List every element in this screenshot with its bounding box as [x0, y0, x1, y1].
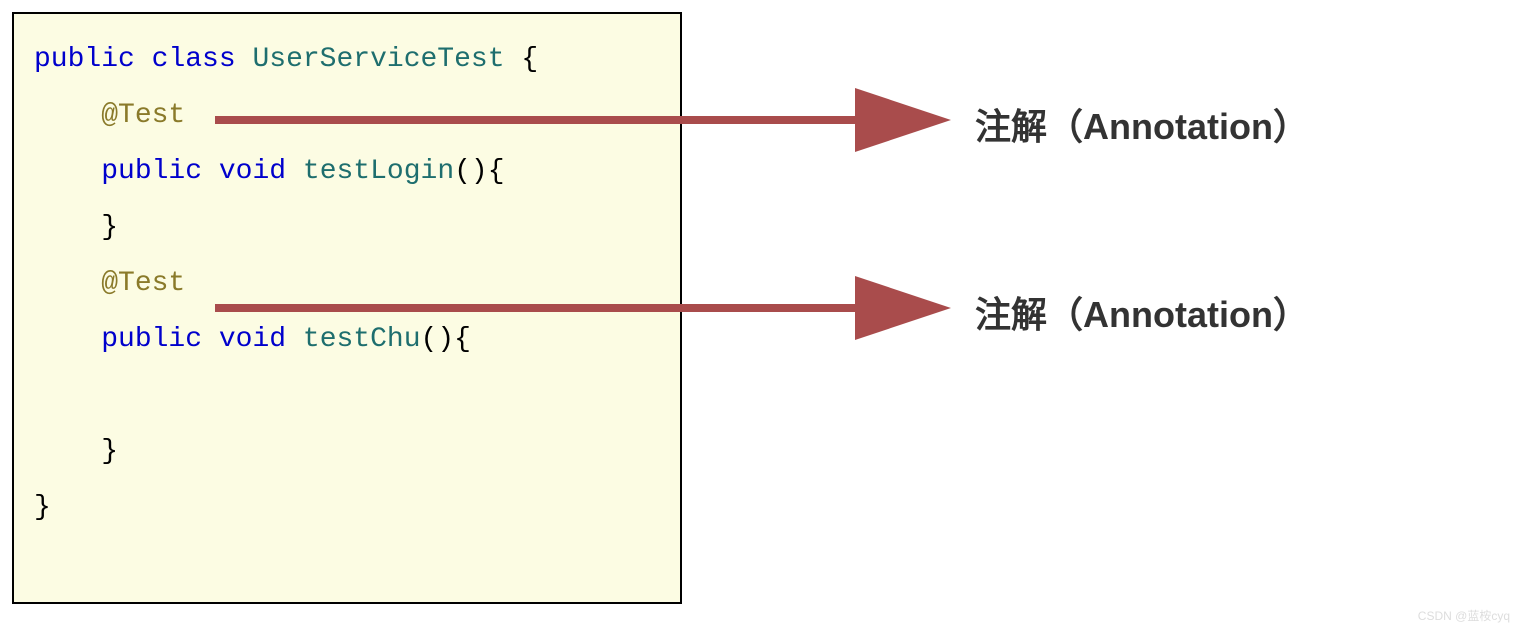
space [286, 158, 303, 186]
indent [34, 438, 101, 466]
space [202, 158, 219, 186]
class-name: UserServiceTest [252, 46, 504, 74]
keyword-public: public [101, 326, 202, 354]
brace-close: } [101, 438, 118, 466]
annotation-test: @Test [101, 102, 185, 130]
indent [34, 214, 101, 242]
indent [34, 326, 101, 354]
callout-annotation-label: 注解（Annotation） [975, 98, 1309, 150]
code-line-1: public class UserServiceTest { [34, 32, 660, 88]
keyword-public: public [34, 46, 135, 74]
method-name: testLogin [303, 158, 454, 186]
callout-annotation-label: 注解（Annotation） [975, 286, 1309, 338]
brace-close: } [101, 214, 118, 242]
keyword-class: class [152, 46, 236, 74]
space [135, 46, 152, 74]
indent [34, 270, 101, 298]
keyword-public: public [101, 158, 202, 186]
arrow-icon [215, 288, 955, 338]
brace-open: { [505, 46, 539, 74]
annotation-test: @Test [101, 270, 185, 298]
parens-brace: (){ [454, 158, 504, 186]
space [236, 46, 253, 74]
indent [34, 102, 101, 130]
watermark: CSDN @蓝桉cyq [1418, 607, 1510, 624]
code-line-9: } [34, 480, 660, 536]
code-line-3: public void testLogin (){ [34, 144, 660, 200]
indent [34, 158, 101, 186]
code-line-8: } [34, 424, 660, 480]
arrow-icon [215, 100, 955, 150]
code-line-7 [34, 368, 660, 424]
keyword-void: void [219, 158, 286, 186]
brace-close: } [34, 494, 51, 522]
code-line-4: } [34, 200, 660, 256]
